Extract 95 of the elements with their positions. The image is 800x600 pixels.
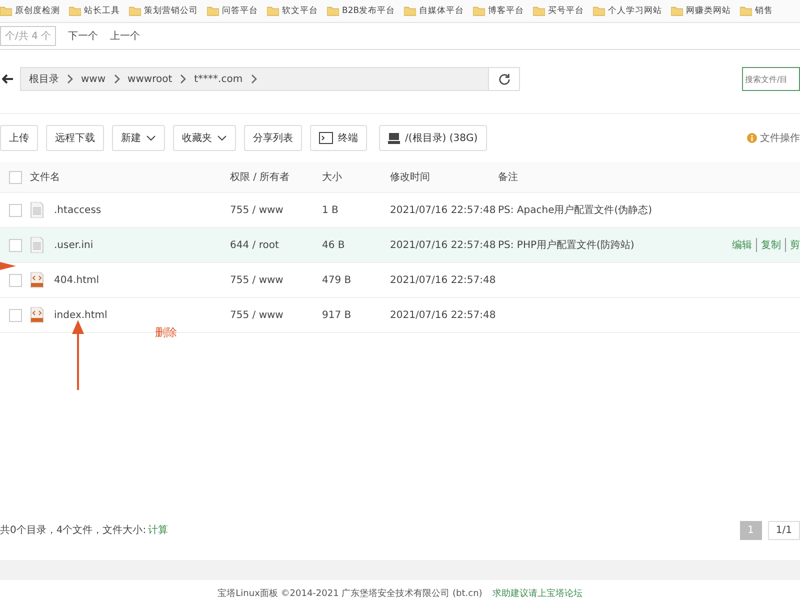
folder-icon — [593, 6, 606, 16]
chevron-icon — [180, 74, 186, 84]
folder-icon — [129, 6, 141, 16]
modified-time-cell-text: 2021/07/16 22:57:48 — [390, 310, 497, 320]
folder-icon — [69, 6, 81, 16]
toolbar-button[interactable]: /(根目录) (38G) — [379, 125, 487, 151]
toolbar-button[interactable]: 收藏夹 — [173, 125, 236, 151]
folder-icon — [533, 6, 546, 16]
toolbar-button[interactable]: 分享列表 — [244, 125, 302, 151]
toolbar-button[interactable]: 新建 — [112, 125, 165, 151]
folder-icon — [207, 6, 219, 16]
permission-cell-text: 755 / www — [230, 310, 284, 320]
column-header: 权限 / 所有者 — [230, 170, 291, 184]
annotation-arrow — [72, 320, 84, 390]
copyright-text: 宝塔Linux面板 ©2014-2021 广东堡塔安全技术有限公司 (bt.cn) — [218, 588, 482, 600]
bookmark[interactable]: 原创度检测 — [0, 5, 60, 17]
row-action-link[interactable]: 编辑 — [732, 238, 752, 252]
bookmark[interactable]: 博客平台 — [473, 5, 524, 17]
breadcrumb-item[interactable]: wwwroot — [128, 74, 172, 84]
file-row[interactable]: 404.html 755 / www 479 B 2021/07/16 22:57:48 — [0, 263, 800, 298]
calculate-link[interactable]: 计算 — [148, 523, 168, 537]
row-checkbox[interactable] — [8, 274, 22, 286]
modified-time-cell-text: 2021/07/16 22:57:48 — [390, 240, 497, 250]
info-icon — [747, 133, 757, 143]
page-button[interactable]: 1/1 — [768, 520, 800, 540]
folder-icon — [0, 6, 12, 16]
size-cell-text: 479 B — [322, 274, 352, 286]
chevron-icon — [250, 74, 257, 84]
file-name[interactable]: .user.ini — [54, 240, 94, 250]
previous-match-button[interactable]: 上一个 — [110, 29, 140, 43]
folder-icon — [404, 6, 416, 16]
column-header: 大小 — [322, 170, 343, 184]
column-header: 修改时间 — [390, 170, 431, 184]
bookmark[interactable]: B2B发布平台 — [327, 5, 396, 17]
permission-cell-text: 755 / www — [230, 204, 284, 216]
next-match-button[interactable]: 下一个 — [68, 29, 98, 43]
file-name[interactable]: 404.html — [54, 274, 100, 286]
note-cell: PS: Apache用户配置文件(伪静态) — [498, 205, 652, 216]
chevron-icon — [114, 74, 120, 84]
size-cell-text: 917 B — [322, 310, 352, 320]
bookmark[interactable]: 网赚类网站 — [671, 5, 732, 17]
bookmark[interactable]: 买号平台 — [533, 5, 584, 17]
text-file-icon — [30, 237, 44, 253]
bookmark[interactable]: 站长工具 — [69, 5, 120, 17]
column-header: 文件名 — [30, 170, 61, 184]
column-header: 备注 — [498, 170, 519, 184]
permission-cell-text: 644 / root — [230, 240, 280, 250]
caret-icon — [217, 135, 227, 141]
toolbar-button[interactable]: 远程下载 — [46, 125, 104, 151]
breadcrumb-item[interactable]: www — [81, 74, 106, 84]
toolbar-button[interactable]: 终端 — [310, 125, 367, 151]
bookmark[interactable]: 策划营销公司 — [129, 5, 198, 17]
forum-link[interactable]: 求助建议请上宝塔论坛 — [492, 587, 582, 600]
refresh-icon[interactable] — [498, 72, 510, 86]
file-row[interactable]: .user.ini 644 / root 46 B 2021/07/16 22:57:48 PS: PHP用户配置文件(防跨站) 编辑 复制 剪 — [0, 228, 800, 263]
bookmark[interactable]: 软文平台 — [267, 5, 318, 17]
path-bar[interactable]: 根目录 www wwwroot t****.com — [20, 67, 520, 91]
folder-icon — [327, 6, 339, 16]
back-arrow-icon[interactable] — [2, 74, 14, 84]
breadcrumb-item[interactable]: t****.com — [194, 74, 243, 84]
caret-icon — [146, 135, 156, 141]
size-cell-text: 46 B — [322, 240, 346, 250]
row-action-link[interactable]: 复制 — [756, 238, 781, 252]
permission-cell-text: 755 / www — [230, 274, 284, 286]
bookmark[interactable]: 问答平台 — [207, 5, 258, 17]
file-name[interactable]: .htaccess — [54, 204, 102, 216]
bookmark[interactable]: 自媒体平台 — [404, 5, 464, 17]
file-name[interactable]: index.html — [54, 310, 108, 320]
help-link[interactable]: 文件操作 — [747, 131, 800, 145]
note-cell: PS: PHP用户配置文件(防跨站) — [498, 240, 634, 251]
text-file-icon — [30, 202, 44, 218]
terminal-icon — [319, 132, 333, 144]
row-checkbox[interactable] — [8, 204, 22, 216]
row-action-link[interactable]: 剪 — [785, 238, 800, 252]
drive-icon — [388, 132, 400, 144]
breadcrumb-item[interactable]: 根目录 — [29, 72, 59, 86]
bookmark[interactable]: 销售 — [740, 5, 774, 17]
chevron-icon — [67, 74, 73, 84]
size-cell-text: 1 B — [322, 204, 340, 216]
summary-text: 共0个目录，4个文件，文件大小: — [0, 524, 146, 537]
folder-icon — [740, 6, 752, 16]
search-field[interactable]: 搜索文件/目 — [742, 67, 800, 91]
html-file-icon — [30, 272, 44, 288]
row-checkbox[interactable] — [8, 238, 22, 252]
annotation-arrow — [0, 259, 16, 273]
html-file-icon — [30, 307, 44, 323]
bookmark[interactable]: 个人学习网站 — [593, 5, 662, 17]
modified-time-cell-text: 2021/07/16 22:57:48 — [390, 204, 497, 216]
folder-icon — [473, 6, 486, 16]
select-all-checkbox[interactable] — [8, 170, 22, 184]
modified-time-cell-text: 2021/07/16 22:57:48 — [390, 274, 497, 286]
folder-icon — [267, 6, 279, 16]
folder-icon — [671, 6, 684, 16]
toolbar-button[interactable]: 上传 — [0, 125, 38, 151]
row-checkbox[interactable] — [8, 308, 22, 322]
